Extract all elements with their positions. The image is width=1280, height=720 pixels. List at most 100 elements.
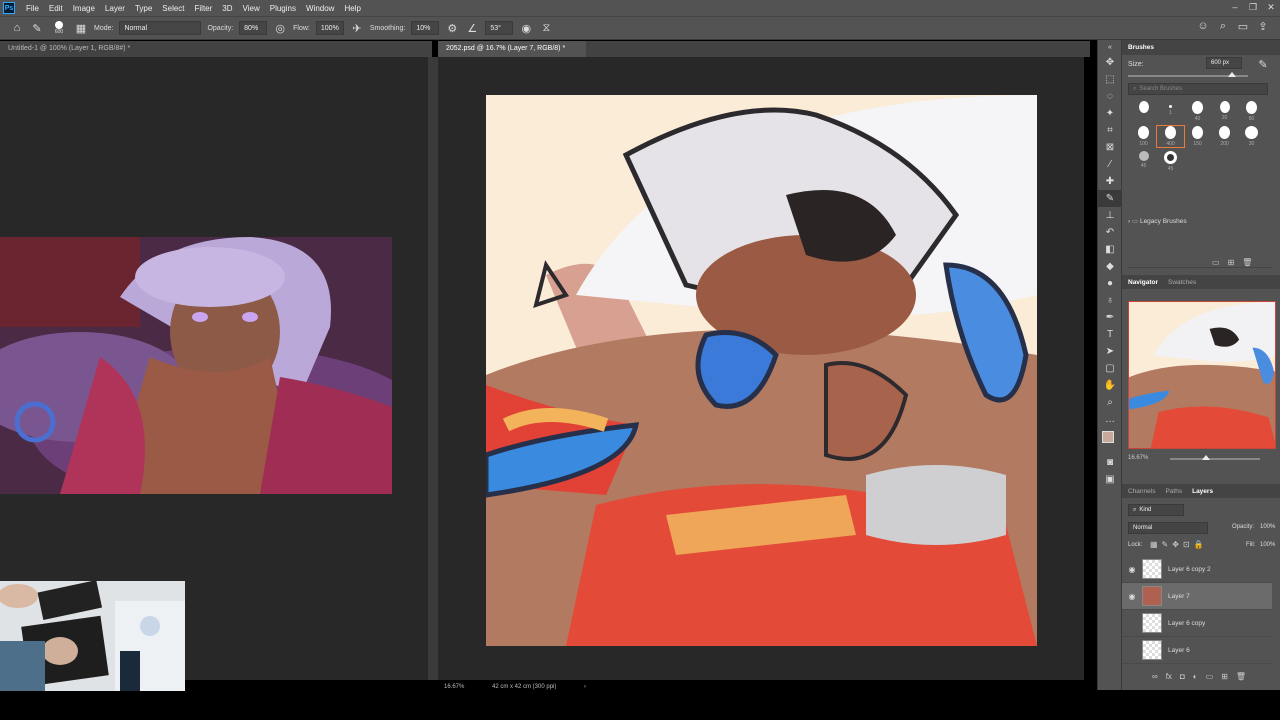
zoom-tool-icon[interactable]: ⌕ [1098,394,1122,411]
menu-type[interactable]: Type [130,4,157,13]
menu-window[interactable]: Window [301,4,339,13]
brush-preset[interactable]: 30 [1238,126,1265,147]
brush-preset[interactable]: 40 [1184,101,1211,122]
menu-help[interactable]: Help [339,4,365,13]
more-tools-icon[interactable]: … [1098,411,1122,428]
navigator-preview[interactable] [1128,301,1276,449]
menu-view[interactable]: View [238,4,265,13]
pressure-opacity-icon[interactable]: ◎ [273,21,287,35]
brush-preset[interactable]: 80 [1238,101,1265,122]
brush-settings-icon[interactable]: ▦ [74,21,88,35]
menu-layer[interactable]: Layer [100,4,130,13]
smoothing-field[interactable]: 10% [411,21,440,35]
path-select-icon[interactable]: ➤ [1098,343,1122,360]
airbrush-icon[interactable]: ✈ [350,21,364,35]
color-swatches[interactable] [1098,428,1122,454]
menu-plugins[interactable]: Plugins [265,4,301,13]
brush-preset[interactable]: 45 [1130,151,1157,172]
tab-navigator[interactable]: Navigator [1128,279,1158,286]
lasso-tool-icon[interactable]: ◌ [1098,88,1122,105]
screen-mode-icon[interactable]: ▣ [1098,471,1122,488]
brush-folder-legacy[interactable]: › ▭ Legacy Brushes [1128,217,1187,225]
eraser-icon[interactable]: ◧ [1098,241,1122,258]
folder-new-icon[interactable]: ▭ [1212,258,1220,267]
fx-icon[interactable]: fx [1166,672,1172,681]
fill-field[interactable]: 100% [1260,542,1275,548]
navigator-zoom-slider[interactable] [1170,455,1260,460]
hand-tool-icon[interactable]: ✋ [1098,377,1122,394]
menu-filter[interactable]: Filter [190,4,218,13]
brush-tool-icon[interactable]: ✎ [30,21,44,35]
brush-search-input[interactable]: ⌕ Search Brushes [1128,83,1268,95]
eye-icon[interactable]: ◉ [1122,565,1142,574]
tab-swatches[interactable]: Swatches [1168,279,1196,286]
share-icon[interactable]: ⇪ [1256,19,1270,33]
link-layers-icon[interactable]: ∞ [1152,672,1158,681]
new-layer-icon[interactable]: ⊞ [1221,672,1228,681]
eye-icon[interactable]: ◉ [1122,592,1142,601]
navigator-zoom-value[interactable]: 16.67% [1128,455,1148,461]
brush-preset[interactable]: 1 [1157,101,1184,122]
layer-row-layer-7[interactable]: ◉ Layer 7 [1122,583,1272,610]
brush-preset[interactable]: 200 [1211,126,1238,147]
layer-filter-select[interactable]: ⌕ Kind [1128,504,1184,516]
home-icon[interactable]: ⌂ [10,21,24,35]
gear-icon[interactable]: ⚙ [445,21,459,35]
tab-2052-psd[interactable]: 2052.psd @ 16.7% (Layer 7, RGB/8) * [438,41,586,57]
status-zoom[interactable]: 16.67% [444,684,464,690]
blur-tool-icon[interactable]: ● [1098,275,1122,292]
menu-image[interactable]: Image [68,4,100,13]
tab-layers[interactable]: Layers [1192,488,1213,495]
adjustment-layer-icon[interactable]: ◐ [1193,672,1198,681]
move-tool-icon[interactable]: ✥ [1098,54,1122,71]
layer-row-layer-6[interactable]: Layer 6 [1122,637,1272,664]
new-brush-icon[interactable]: ✎ [1256,57,1270,71]
tab-paths[interactable]: Paths [1165,488,1182,495]
opacity-field[interactable]: 80% [239,21,268,35]
dodge-tool-icon[interactable]: ♁ [1098,292,1122,309]
brush-size-slider[interactable] [1128,72,1248,77]
navigator-zoom-thumb[interactable] [1202,455,1210,460]
new-group-icon[interactable]: ▭ [1206,672,1214,681]
collapse-toolbar-icon[interactable]: « [1098,40,1122,54]
menu-file[interactable]: File [21,4,44,13]
magic-wand-icon[interactable]: ✦ [1098,105,1122,122]
brush-preset-picker[interactable]: 600 [50,21,68,35]
restore-icon[interactable]: ❐ [1244,0,1262,16]
photoshop-logo-icon[interactable]: Ps [3,2,15,14]
marquee-tool-icon[interactable]: ⬚ [1098,71,1122,88]
brushes-panel-title[interactable]: Brushes [1128,44,1154,51]
pressure-size-icon[interactable]: ◉ [519,21,533,35]
trash-icon[interactable]: 🗑 [1242,258,1252,267]
brush-size-field[interactable]: 600 px [1206,57,1242,69]
quick-mask-icon[interactable]: ◙ [1098,454,1122,471]
shape-tool-icon[interactable]: ▢ [1098,360,1122,377]
trash-icon[interactable]: 🗑 [1236,672,1246,681]
status-arrow-icon[interactable]: › [584,684,586,690]
artwork-canvas[interactable] [486,95,1037,646]
minimize-icon[interactable]: – [1226,0,1244,16]
brush-size-slider-thumb[interactable] [1228,72,1236,77]
symmetry-icon[interactable]: ⧖ [539,21,553,35]
workspace-icon[interactable]: ▭ [1236,19,1250,33]
pen-tool-icon[interactable]: ✒ [1098,309,1122,326]
menu-3d[interactable]: 3D [217,4,237,13]
brush-preset[interactable]: 150 [1184,126,1211,147]
brush-preset-selected[interactable]: 400 [1156,125,1185,148]
layer-row-layer-6-copy[interactable]: Layer 6 copy [1122,610,1272,637]
crop-tool-icon[interactable]: ⌗ [1098,122,1122,139]
menu-select[interactable]: Select [157,4,189,13]
brush-preset[interactable] [1130,101,1157,122]
history-brush-icon[interactable]: ↶ [1098,224,1122,241]
layer-opacity-field[interactable]: 100% [1260,524,1275,530]
tab-channels[interactable]: Channels [1128,488,1155,495]
clone-stamp-icon[interactable]: ⊥ [1098,207,1122,224]
brush-tool-icon[interactable]: ✎ [1098,190,1122,207]
angle-field[interactable]: 53° [485,21,514,35]
foreground-color-swatch[interactable] [1102,431,1114,443]
type-tool-icon[interactable]: T [1098,326,1122,343]
search-icon[interactable]: ⌕ [1216,19,1230,33]
tab-untitled-1[interactable]: Untitled-1 @ 100% (Layer 1, RGB/8#) * [0,41,432,57]
layer-row-layer-6-copy-2[interactable]: ◉ Layer 6 copy 2 [1122,556,1272,583]
user-icon[interactable]: ☺ [1196,19,1210,33]
